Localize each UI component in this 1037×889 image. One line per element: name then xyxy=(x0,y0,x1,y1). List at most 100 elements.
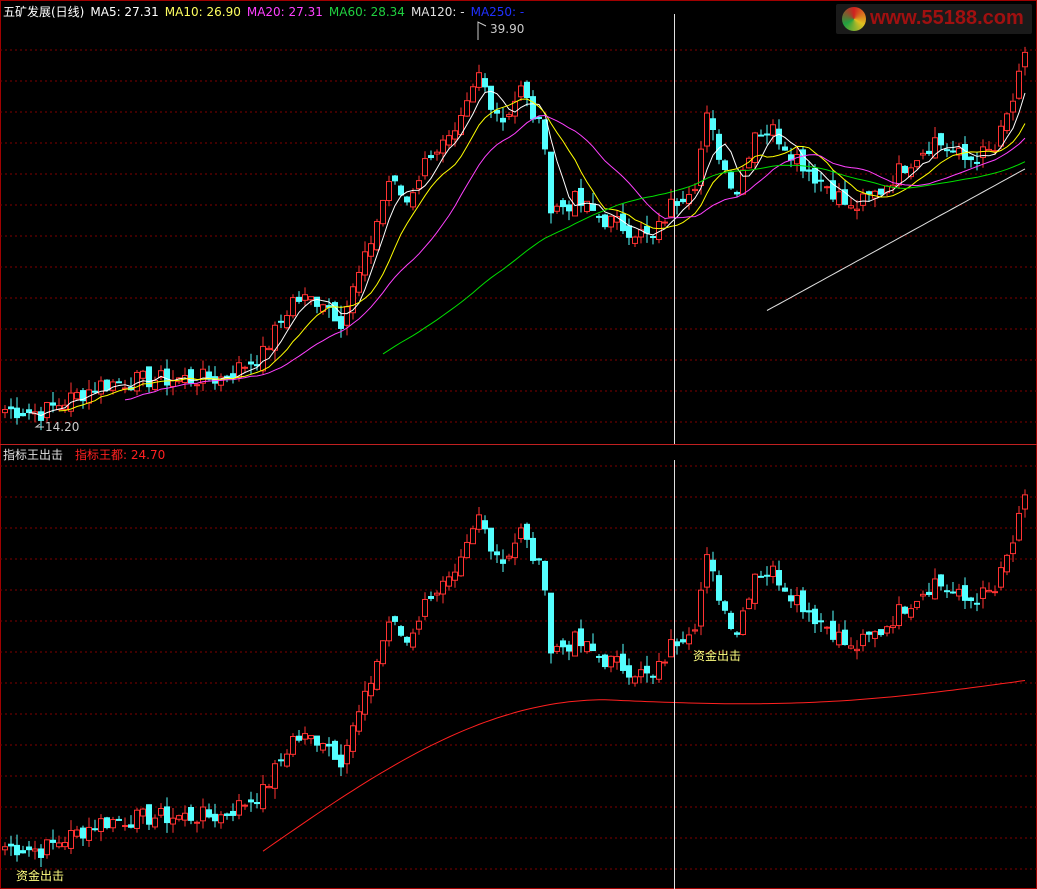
lower-candle-body xyxy=(260,784,266,810)
stock-title: 五矿发展(日线) xyxy=(3,5,85,19)
lower-candle-body xyxy=(878,629,884,636)
lower-candle-body xyxy=(116,818,122,821)
main-candle-body xyxy=(548,151,554,214)
main-candle-body xyxy=(896,163,902,186)
lower-candle-body xyxy=(896,604,902,627)
main-candle-body xyxy=(452,130,458,140)
lower-candle-body xyxy=(68,830,74,849)
lower-candle-body xyxy=(62,842,68,848)
main-candle-body xyxy=(74,392,80,400)
lower-candle-body xyxy=(446,576,452,587)
lower-candle-body xyxy=(812,608,818,625)
lower-candle-body xyxy=(752,573,758,604)
main-candle-body xyxy=(626,225,632,238)
lower-candle-body xyxy=(578,628,584,647)
lower-candle-body xyxy=(272,763,278,789)
lower-candle-body xyxy=(908,608,914,618)
lower-candle-body xyxy=(410,632,416,648)
main-candle-body xyxy=(308,296,314,301)
lower-candle-body xyxy=(122,825,128,828)
ma5-line xyxy=(28,90,1026,417)
signal-label: 资金出击 xyxy=(693,649,742,663)
lower-candle-body xyxy=(398,626,404,636)
main-candle-body xyxy=(44,402,50,419)
indicator-line xyxy=(262,680,1026,852)
ma60-label: MA60: 28.34 xyxy=(328,5,405,19)
lower-candle-body xyxy=(350,725,356,752)
main-candle-body xyxy=(782,146,788,151)
lower-candle-body xyxy=(992,591,998,594)
lower-candle-body xyxy=(284,753,290,767)
lower-candle-body xyxy=(14,844,20,856)
lower-candle-body xyxy=(266,786,272,789)
lower-candle-body xyxy=(464,541,470,559)
main-candle-body xyxy=(872,190,878,199)
lower-candle-body xyxy=(704,554,710,588)
lower-candle-body xyxy=(614,656,620,663)
lower-candle-body xyxy=(338,754,344,768)
main-candle-body xyxy=(20,412,26,417)
lower-candle-body xyxy=(326,743,332,747)
main-candle-body xyxy=(302,294,308,301)
stock-chart[interactable]: 39.90 14.20 xyxy=(0,0,1037,889)
main-candle-body xyxy=(806,169,812,172)
lower-candle-body xyxy=(140,808,146,817)
lower-candle-body xyxy=(998,567,1004,588)
lower-candle-body xyxy=(44,839,50,856)
lower-candle-body xyxy=(848,645,854,649)
lower-candle-body xyxy=(506,555,512,559)
lower-candle-body xyxy=(884,626,890,634)
lower-candle-body xyxy=(656,661,662,680)
lower-candle-body xyxy=(56,842,62,848)
lower-candle-body xyxy=(932,578,938,600)
lower-candle-body xyxy=(746,598,752,610)
lower-candle-body xyxy=(236,800,242,816)
lower-candle-body xyxy=(26,846,32,851)
main-candle-body xyxy=(560,200,566,208)
lower-candle-body xyxy=(158,807,164,816)
lower-candle-body xyxy=(536,558,542,561)
lower-candle-body xyxy=(710,559,716,572)
lower-candle-body xyxy=(476,514,482,530)
lower-candle-body xyxy=(770,565,776,578)
lower-candle-body xyxy=(50,839,56,843)
lower-candle-body xyxy=(806,610,812,613)
lower-candle-body xyxy=(8,843,14,847)
lower-candle-body xyxy=(308,735,314,740)
lower-candle-body xyxy=(662,661,668,664)
main-panel-header: 五矿发展(日线) MA5: 27.31 MA10: 26.90 MA20: 27.31… xyxy=(3,3,530,20)
lower-candle-body xyxy=(170,817,176,825)
lower-candle-body xyxy=(38,848,44,858)
lower-candle-body xyxy=(374,661,380,690)
lower-candle-body xyxy=(686,634,692,645)
main-candle-body xyxy=(356,271,362,293)
main-candle-body xyxy=(284,315,290,329)
main-candle-body xyxy=(668,198,674,218)
main-candle-body xyxy=(674,201,680,206)
main-candle-body xyxy=(140,370,146,379)
main-candle-body xyxy=(50,402,56,406)
lower-candle-body xyxy=(74,829,80,837)
lower-candle-body xyxy=(488,527,494,552)
lower-candle-body xyxy=(278,759,284,762)
main-candle-body xyxy=(440,139,446,154)
ma10-label: MA10: 26.90 xyxy=(164,5,241,19)
lower-candle-body xyxy=(800,590,806,613)
lower-candle-body xyxy=(428,596,434,599)
lower-candle-body xyxy=(860,633,866,647)
lower-candle-body xyxy=(962,585,968,601)
lower-candle-body xyxy=(920,593,926,597)
main-candle-body xyxy=(164,368,170,386)
main-candle-body xyxy=(926,150,932,154)
lower-candle-body xyxy=(596,655,602,658)
lower-candle-body xyxy=(830,620,836,640)
lower-candle-body xyxy=(788,595,794,602)
main-candle-body xyxy=(590,203,596,211)
lower-candle-body xyxy=(566,644,572,652)
lower-candle-body xyxy=(242,804,248,807)
main-candle-body xyxy=(92,390,98,393)
low-marker-icon xyxy=(34,423,44,428)
lower-candle-body xyxy=(434,592,440,596)
main-candle-body xyxy=(290,297,296,317)
main-candle-body xyxy=(446,135,452,146)
